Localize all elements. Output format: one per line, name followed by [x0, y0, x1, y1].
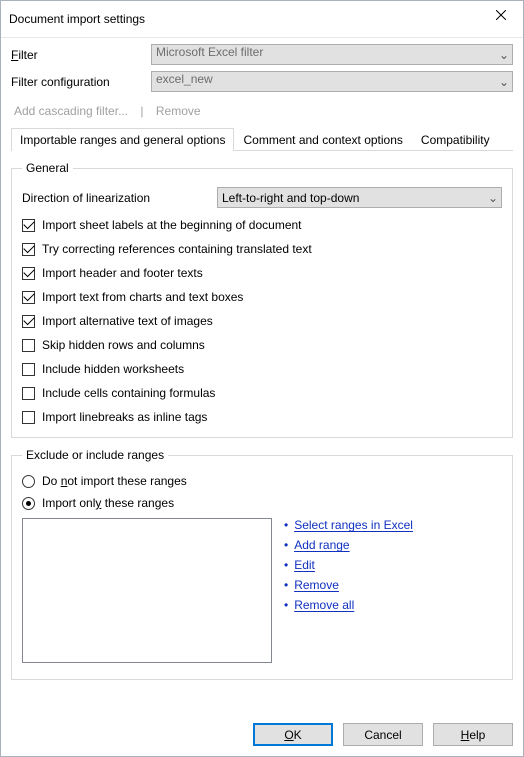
checkbox-label: Skip hidden rows and columns — [42, 338, 205, 352]
dialog-title: Document import settings — [9, 12, 145, 26]
check-charts-textboxes[interactable]: Import text from charts and text boxes — [22, 290, 502, 304]
filter-label: Filter — [11, 48, 151, 62]
direction-label: Direction of linearization — [22, 191, 217, 205]
link-remove-all[interactable]: Remove all — [284, 598, 413, 612]
checkbox-icon[interactable] — [22, 411, 35, 424]
check-header-footer[interactable]: Import header and footer texts — [22, 266, 502, 280]
remove-filter-link[interactable]: Remove — [153, 104, 204, 118]
checkbox-label: Import header and footer texts — [42, 266, 203, 280]
dialog-content: Filter Microsoft Excel filter ⌄ Filter c… — [1, 38, 523, 713]
ranges-area: Select ranges in Excel Add range Edit Re… — [22, 518, 502, 663]
checkbox-icon[interactable] — [22, 387, 35, 400]
radio-import-only[interactable]: Import only these ranges — [22, 496, 502, 510]
checkbox-label: Import alternative text of images — [42, 314, 213, 328]
direction-dropdown[interactable]: Left-to-right and top-down ⌄ — [217, 187, 502, 208]
check-skip-hidden[interactable]: Skip hidden rows and columns — [22, 338, 502, 352]
check-include-formulas[interactable]: Include cells containing formulas — [22, 386, 502, 400]
filter-config-value: excel_new — [151, 71, 513, 92]
filter-links: Add cascading filter... | Remove — [11, 104, 513, 118]
direction-row: Direction of linearization Left-to-right… — [22, 187, 502, 208]
general-legend: General — [22, 161, 73, 175]
ranges-legend: Exclude or include ranges — [22, 448, 168, 462]
check-correct-references[interactable]: Try correcting references containing tra… — [22, 242, 502, 256]
tab-compatibility[interactable]: Compatibility — [412, 128, 499, 151]
checkbox-label: Import text from charts and text boxes — [42, 290, 243, 304]
filter-row: Filter Microsoft Excel filter ⌄ — [11, 44, 513, 65]
radio-icon[interactable] — [22, 475, 35, 488]
check-import-sheet-labels[interactable]: Import sheet labels at the beginning of … — [22, 218, 502, 232]
filter-value: Microsoft Excel filter — [151, 44, 513, 65]
checkbox-label: Import linebreaks as inline tags — [42, 410, 207, 424]
ranges-listbox[interactable] — [22, 518, 272, 663]
dialog-window: Document import settings Filter Microsof… — [0, 0, 524, 757]
link-select-ranges[interactable]: Select ranges in Excel — [284, 518, 413, 532]
checkbox-icon[interactable] — [22, 339, 35, 352]
ranges-links: Select ranges in Excel Add range Edit Re… — [284, 518, 413, 663]
checkbox-icon[interactable] — [22, 267, 35, 280]
check-include-hidden-sheets[interactable]: Include hidden worksheets — [22, 362, 502, 376]
separator: | — [134, 104, 149, 118]
titlebar: Document import settings — [1, 1, 523, 38]
filter-config-row: Filter configuration excel_new ⌄ — [11, 71, 513, 92]
close-button[interactable] — [478, 1, 523, 29]
close-icon — [496, 10, 506, 20]
checkbox-label: Try correcting references containing tra… — [42, 242, 312, 256]
add-cascading-filter-link[interactable]: Add cascading filter... — [11, 104, 131, 118]
link-edit[interactable]: Edit — [284, 558, 413, 572]
link-add-range[interactable]: Add range — [284, 538, 413, 552]
ranges-group: Exclude or include ranges Do not import … — [11, 448, 513, 680]
cancel-button[interactable]: Cancel — [343, 723, 423, 746]
radio-do-not-import[interactable]: Do not import these ranges — [22, 474, 502, 488]
checkbox-icon[interactable] — [22, 291, 35, 304]
checkbox-icon[interactable] — [22, 363, 35, 376]
radio-label: Import only these ranges — [42, 496, 174, 510]
filter-config-dropdown[interactable]: excel_new ⌄ — [151, 71, 513, 92]
help-button[interactable]: Help — [433, 723, 513, 746]
button-bar: OK Cancel Help — [1, 713, 523, 756]
check-alt-text[interactable]: Import alternative text of images — [22, 314, 502, 328]
checkbox-icon[interactable] — [22, 315, 35, 328]
checkbox-icon[interactable] — [22, 219, 35, 232]
checkbox-label: Include hidden worksheets — [42, 362, 184, 376]
general-group: General Direction of linearization Left-… — [11, 161, 513, 438]
checkbox-icon[interactable] — [22, 243, 35, 256]
checkbox-label: Import sheet labels at the beginning of … — [42, 218, 302, 232]
tab-importable-ranges[interactable]: Importable ranges and general options — [11, 128, 234, 151]
filter-dropdown[interactable]: Microsoft Excel filter ⌄ — [151, 44, 513, 65]
ok-button[interactable]: OK — [253, 723, 333, 746]
tabs: Importable ranges and general options Co… — [11, 128, 513, 151]
radio-icon[interactable] — [22, 497, 35, 510]
link-remove[interactable]: Remove — [284, 578, 413, 592]
radio-label: Do not import these ranges — [42, 474, 187, 488]
filter-config-label: Filter configuration — [11, 75, 151, 89]
tab-comment-context[interactable]: Comment and context options — [234, 128, 411, 151]
direction-select[interactable]: Left-to-right and top-down — [217, 187, 502, 208]
check-linebreaks-inline[interactable]: Import linebreaks as inline tags — [22, 410, 502, 424]
checkbox-label: Include cells containing formulas — [42, 386, 215, 400]
